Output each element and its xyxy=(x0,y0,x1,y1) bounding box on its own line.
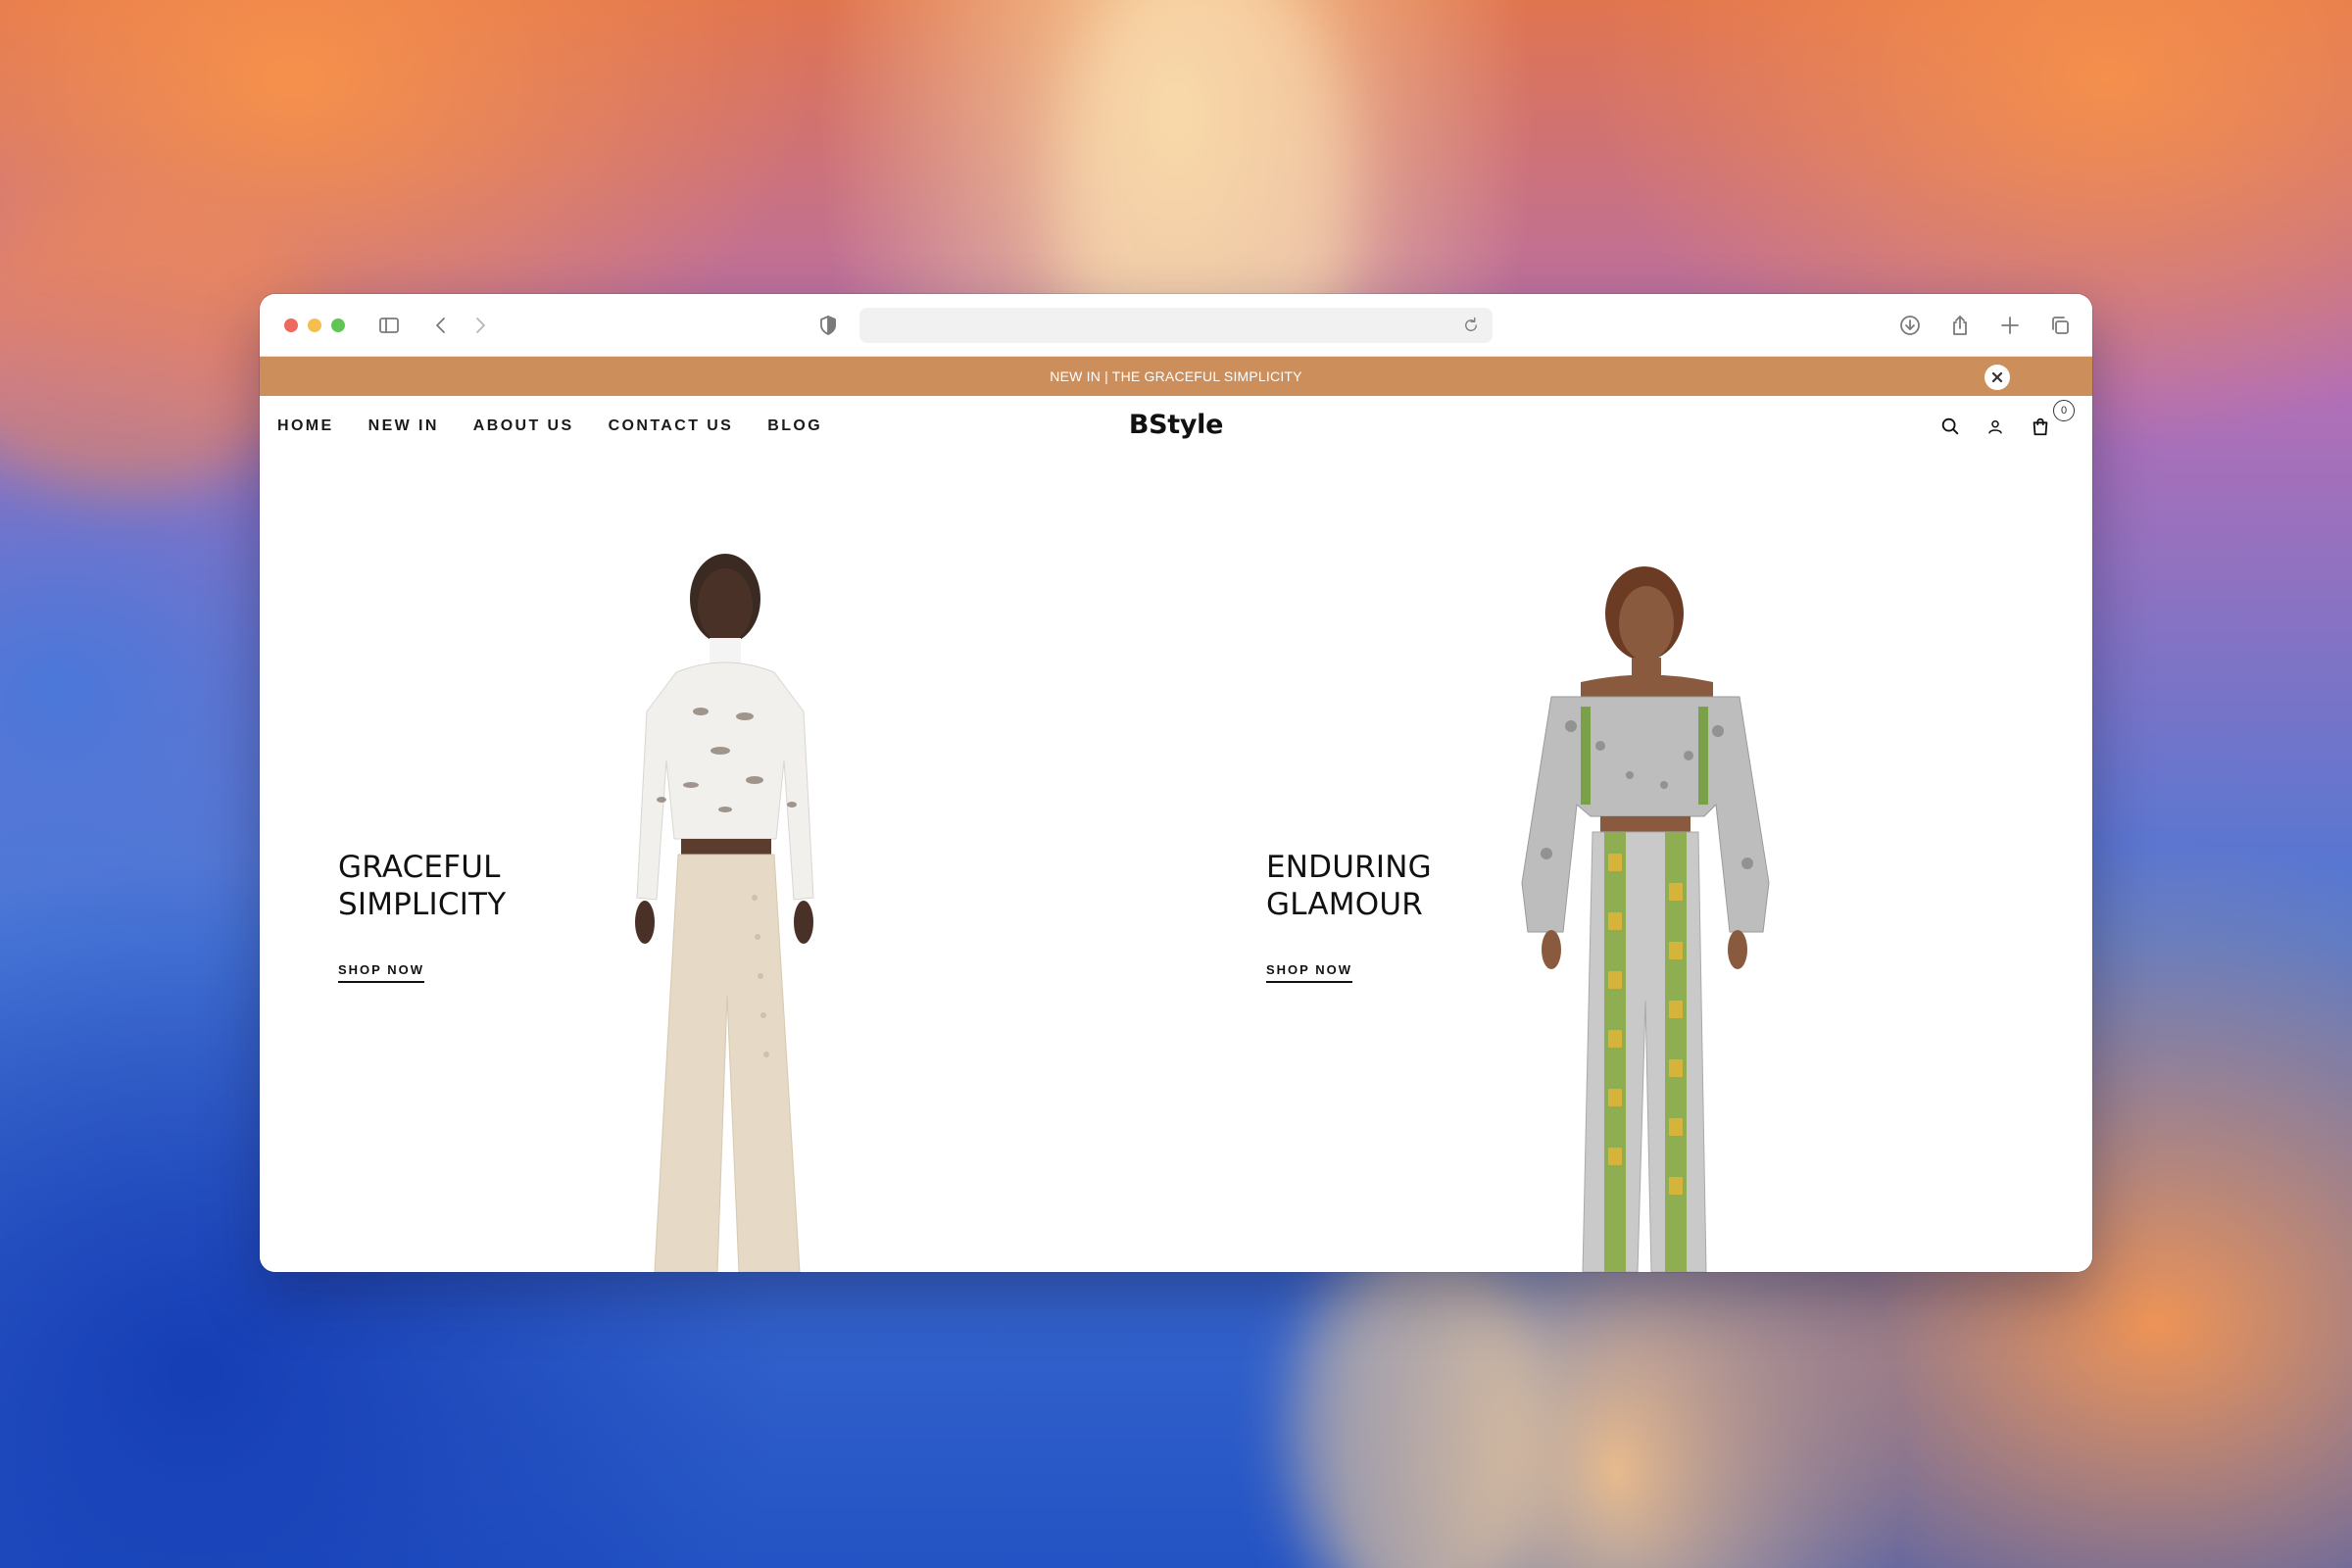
window-zoom-button[interactable] xyxy=(331,318,345,332)
cart-icon[interactable]: 0 xyxy=(2028,400,2075,439)
model-image-graceful-simplicity[interactable] xyxy=(608,545,843,1272)
nav-item-contact-us[interactable]: CONTACT US xyxy=(609,417,734,435)
cart-count-badge: 0 xyxy=(2053,400,2075,421)
reload-icon[interactable] xyxy=(1457,312,1485,339)
announcement-bar: NEW IN | THE GRACEFUL SIMPLICITY xyxy=(260,357,2092,396)
download-icon[interactable] xyxy=(1896,312,1924,339)
hero-section: GRACEFUL SIMPLICITY SHOP NOW ENDURING GL… xyxy=(260,457,2092,1272)
header-actions: 0 xyxy=(1937,400,2075,439)
nav-item-home[interactable]: HOME xyxy=(277,417,334,435)
address-bar[interactable] xyxy=(859,308,1493,343)
hero-left-shop-now-link[interactable]: SHOP NOW xyxy=(338,962,424,983)
window-close-button[interactable] xyxy=(284,318,298,332)
search-icon[interactable] xyxy=(1937,414,1963,439)
hero-left-title: GRACEFUL SIMPLICITY xyxy=(338,850,507,922)
window-minimize-button[interactable] xyxy=(308,318,321,332)
site-header: HOME NEW IN ABOUT US CONTACT US BLOG BSt… xyxy=(260,396,2092,457)
share-icon[interactable] xyxy=(1946,312,1974,339)
hero-right-shop-now-link[interactable]: SHOP NOW xyxy=(1266,962,1352,983)
nav-item-about-us[interactable]: ABOUT US xyxy=(473,417,574,435)
nav-item-blog[interactable]: BLOG xyxy=(767,417,822,435)
main-navigation: HOME NEW IN ABOUT US CONTACT US BLOG xyxy=(277,417,857,435)
model-image-enduring-glamour[interactable] xyxy=(1512,560,1777,1272)
new-tab-icon[interactable] xyxy=(1996,312,2024,339)
account-icon[interactable] xyxy=(1983,414,2008,439)
hero-right-title: ENDURING GLAMOUR xyxy=(1266,850,1432,922)
announcement-text: NEW IN | THE GRACEFUL SIMPLICITY xyxy=(1050,368,1302,384)
forward-icon[interactable] xyxy=(466,312,494,339)
close-icon[interactable] xyxy=(1984,365,2010,390)
nav-item-new-in[interactable]: NEW IN xyxy=(368,417,439,435)
browser-toolbar xyxy=(260,294,2092,357)
tabs-overview-icon[interactable] xyxy=(2046,312,2074,339)
sidebar-toggle-icon[interactable] xyxy=(375,312,403,339)
wallpaper-light-ray xyxy=(1294,1225,1548,1568)
back-icon[interactable] xyxy=(427,312,455,339)
browser-window: NEW IN | THE GRACEFUL SIMPLICITY HOME NE… xyxy=(260,294,2092,1272)
shield-icon[interactable] xyxy=(814,312,842,339)
